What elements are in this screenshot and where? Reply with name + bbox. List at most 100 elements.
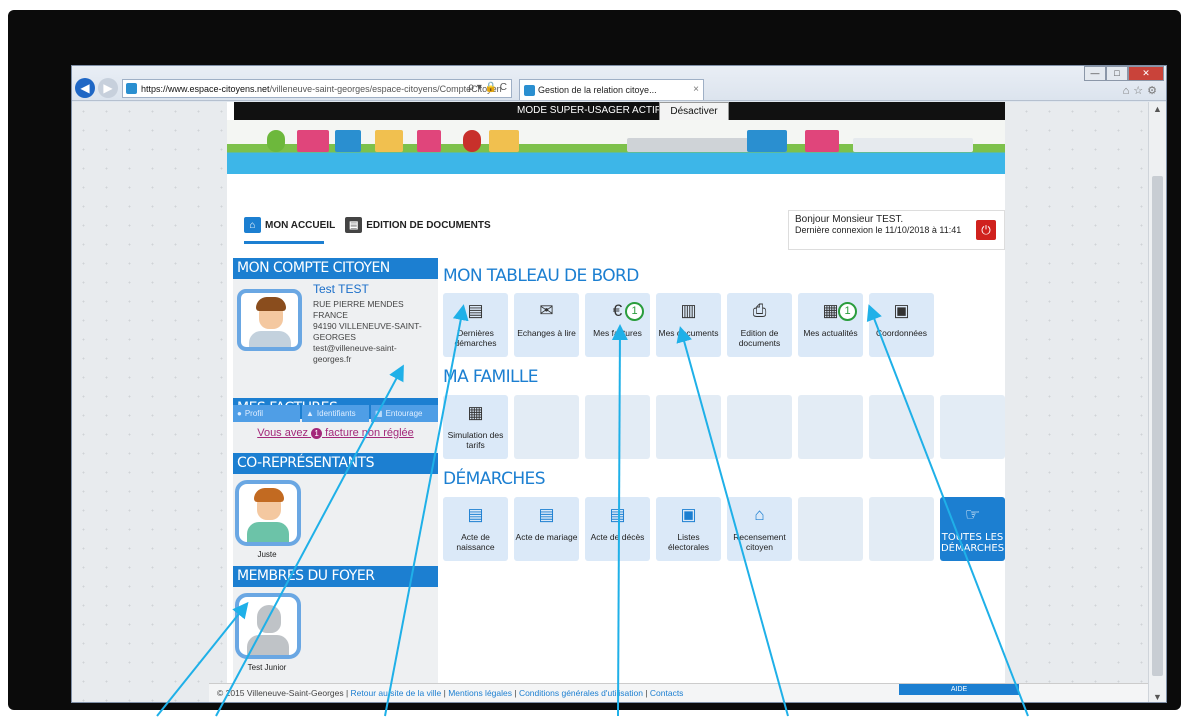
city-site-link[interactable]: Retour au site de la ville [351, 688, 442, 698]
left-sidebar: MON COMPTE CITOYEN Test TEST RUE PIERRE … [233, 258, 438, 702]
avatar [237, 289, 302, 351]
procedures-title: DÉMARCHES [443, 469, 545, 489]
certificate-icon: ▤ [609, 505, 626, 524]
invoice-suffix: facture non réglée [325, 427, 414, 439]
tab-favicon-icon [524, 85, 535, 96]
hand-document-icon: ☞ [964, 504, 981, 525]
profile-card: Test TEST RUE PIERRE MENDES FRANCE 94190… [233, 279, 438, 422]
certificate-icon: ▤ [467, 505, 484, 524]
empty-tile [585, 395, 650, 459]
logout-power-icon[interactable]: ⏻ [976, 220, 996, 240]
tile-document-edition[interactable]: ⎙ Edition de documents [727, 293, 792, 357]
address-line1: RUE PIERRE MENDES FRANCE [313, 299, 404, 320]
invoice-badge: 1 [625, 302, 644, 321]
browser-tab[interactable]: Gestion de la relation citoye... × [519, 79, 704, 100]
tile-news[interactable]: ▦ 1 Mes actualités [798, 293, 863, 357]
tab-identifiers-label: Identifiants [316, 409, 356, 418]
nav-documents[interactable]: ▤ EDITION DE DOCUMENTS [345, 214, 491, 236]
all-procedures-button[interactable]: ☞ TOUTES LES DÉMARCHES [940, 497, 1005, 561]
tile-recent-procedures[interactable]: ▤ Dernières démarches [443, 293, 508, 357]
legal-notice-link[interactable]: Mentions légales [448, 688, 512, 698]
tile-label: Acte de décès [590, 532, 645, 542]
home-icon: ⌂ [244, 217, 261, 233]
member-name: Juste [257, 550, 277, 559]
ballot-box-icon: ▣ [680, 505, 697, 524]
empty-tile [869, 395, 934, 459]
household-member-test-junior[interactable]: Test Junior [233, 587, 438, 679]
url-path: /villeneuve-saint-georges/espace-citoyen… [269, 83, 502, 94]
deactivate-button[interactable]: Désactiver [659, 102, 729, 121]
family-title: MA FAMILLE [443, 367, 539, 387]
tile-label: Dernières démarches [454, 328, 497, 348]
super-user-label: MODE SUPER-USAGER ACTIF [517, 105, 661, 116]
grid-icon: ▦ [375, 409, 383, 418]
house-people-icon: ⌂ [754, 505, 765, 524]
scroll-up-icon[interactable]: ▲ [1153, 104, 1162, 114]
tile-label: Acte de mariage [515, 532, 578, 542]
dashboard-tiles: ▤ Dernières démarches ✉ Echanges à lire €1… [443, 293, 1005, 357]
tab-entourage-label: Entourage [385, 409, 423, 418]
page-viewport: MODE SUPER-USAGER ACTIF Désactiver ⌂ MON… [72, 102, 1149, 702]
minimize-button[interactable]: — [1084, 66, 1106, 81]
address-bar[interactable]: https://www.espace-citoyens.net/villeneu… [122, 79, 512, 98]
window-controls: — □ ✕ [1084, 66, 1164, 81]
tile-documents[interactable]: ▥ Mes documents [656, 293, 721, 357]
terms-link[interactable]: Conditions générales d'utilisation [519, 688, 643, 698]
help-button[interactable]: AIDE [899, 684, 1019, 695]
tile-label: Mes actualités [803, 328, 858, 338]
unpaid-invoice-link[interactable]: Vous avez 1 facture non réglée [233, 419, 438, 453]
forward-button[interactable]: ▶ [98, 78, 118, 98]
nav-home[interactable]: ⌂ MON ACCUEIL [244, 214, 335, 236]
tile-census[interactable]: ⌂ Recensement citoyen [727, 497, 792, 561]
user-icon: ● [237, 409, 242, 418]
back-button[interactable]: ◀ [75, 78, 95, 98]
tile-electoral-lists[interactable]: ▣ Listes électorales [656, 497, 721, 561]
envelope-icon: ✉ [539, 301, 554, 320]
empty-tile [798, 497, 863, 561]
nav-documents-label: EDITION DE DOCUMENTS [366, 219, 491, 231]
scroll-down-icon[interactable]: ▼ [1153, 692, 1162, 702]
tile-marriage-certificate[interactable]: ▤ Acte de mariage [514, 497, 579, 561]
tile-birth-certificate[interactable]: ▤ Acte de naissance [443, 497, 508, 561]
family-tiles: ▦ Simulation des tarifs [443, 395, 1005, 459]
calculator-icon: ▦ [467, 403, 484, 422]
user-email: test@villeneuve-saint-georges.fr [313, 343, 397, 364]
tile-label: Mes factures [593, 328, 642, 338]
address-tools-icon[interactable]: ρ ▾ 🔒 C [468, 82, 507, 93]
tile-label: Echanges à lire [517, 328, 576, 338]
certificate-icon: ▤ [538, 505, 555, 524]
news-badge: 1 [838, 302, 857, 321]
tab-close-icon[interactable]: × [693, 84, 699, 95]
nav-home-label: MON ACCUEIL [265, 219, 336, 231]
empty-tile [727, 395, 792, 459]
greeting: Bonjour Monsieur TEST. [795, 214, 904, 225]
list-icon: ▤ [467, 301, 484, 320]
maximize-button[interactable]: □ [1106, 66, 1128, 81]
window-close-button[interactable]: ✕ [1128, 66, 1164, 81]
tab-identifiers[interactable]: ▲ Identifiants [302, 405, 369, 422]
browser-tools-icons[interactable]: ⌂☆⚙ [1123, 84, 1161, 97]
top-navigation: ⌂ MON ACCUEIL ▤ EDITION DE DOCUMENTS [244, 214, 491, 244]
vertical-scrollbar[interactable]: ▲ ▼ [1148, 102, 1166, 702]
tab-entourage[interactable]: ▦ Entourage [371, 405, 438, 422]
tile-contact-details[interactable]: ▣ Coordonnées [869, 293, 934, 357]
tile-invoices[interactable]: €1 Mes factures [585, 293, 650, 357]
tile-rate-simulation[interactable]: ▦ Simulation des tarifs [443, 395, 508, 459]
tile-messages[interactable]: ✉ Echanges à lire [514, 293, 579, 357]
empty-tile [940, 395, 1005, 459]
account-title: MON COMPTE CITOYEN [233, 258, 438, 279]
address-line2: 94190 VILLENEUVE-SAINT-GEORGES [313, 321, 422, 342]
super-user-bar: MODE SUPER-USAGER ACTIF Désactiver [234, 102, 1005, 121]
tab-profile[interactable]: ● Profil [233, 405, 300, 422]
url-host: https://www.espace-citoyens.net [141, 83, 270, 94]
scroll-thumb[interactable] [1152, 176, 1163, 676]
tile-label: Edition de documents [738, 328, 781, 348]
tab-profile-label: Profil [244, 409, 264, 418]
browser-toolbar: ◀ ▶ https://www.espace-citoyens.net/vill… [72, 66, 1166, 101]
co-representative-juste[interactable]: Juste [233, 474, 438, 566]
tile-death-certificate[interactable]: ▤ Acte de décès [585, 497, 650, 561]
empty-tile [869, 497, 934, 561]
avatar [235, 480, 301, 546]
avatar [235, 593, 301, 659]
contacts-link[interactable]: Contacts [650, 688, 684, 698]
